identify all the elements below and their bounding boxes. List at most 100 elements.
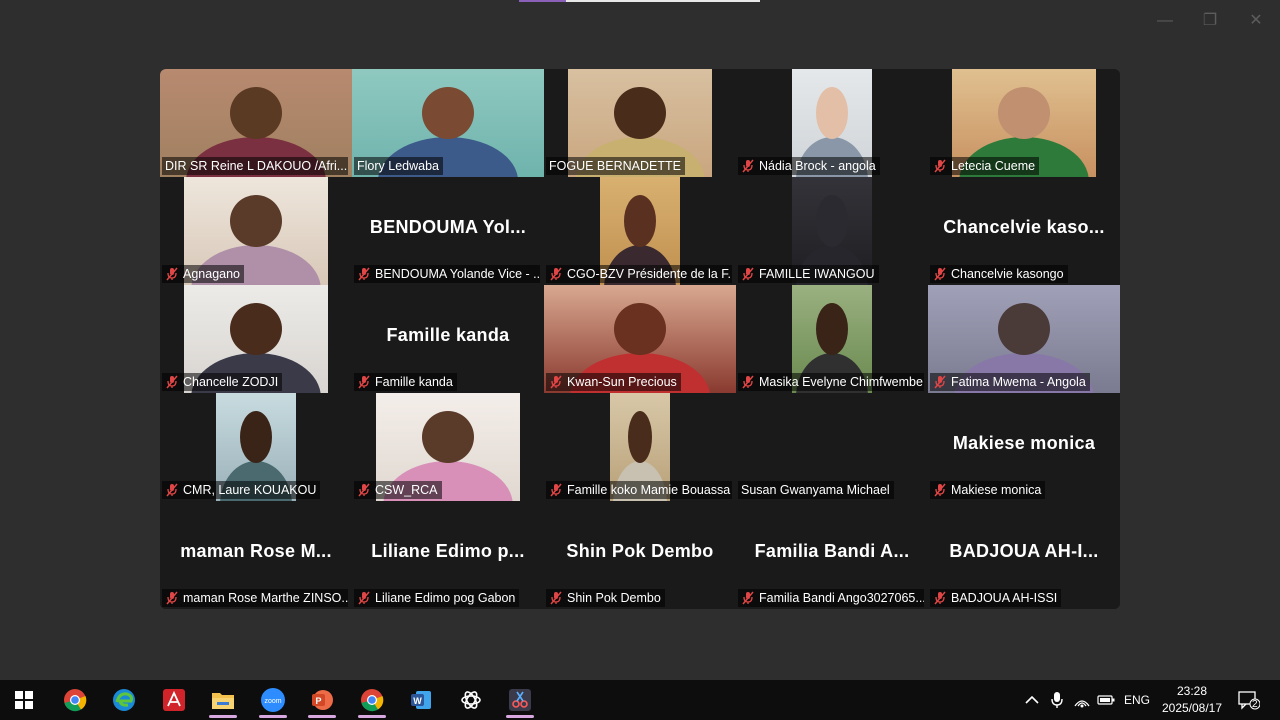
edge-icon[interactable] <box>104 684 144 716</box>
participant-display-name: Chancelvie kaso... <box>943 217 1105 237</box>
svg-text:P: P <box>315 696 321 706</box>
participant-tile[interactable]: maman Rose M... maman Rose Marthe ZINSO..… <box>160 501 352 609</box>
close-icon[interactable]: ✕ <box>1245 10 1267 32</box>
participant-name-label: Chancelle ZODJI <box>162 373 283 391</box>
participant-name: BENDOUMA Yolande Vice - ... <box>375 267 540 281</box>
participant-display-name: BADJOUA AH-I... <box>949 541 1099 561</box>
participant-name-label: Masika Evelyne Chimfwembe <box>738 373 924 391</box>
muted-mic-icon <box>165 375 183 389</box>
participant-tile[interactable]: Agnagano <box>160 177 352 285</box>
participant-name: Famille kanda <box>375 375 453 389</box>
participant-name-label: Susan Gwanyama Michael <box>738 481 894 499</box>
participant-name: Agnagano <box>183 267 241 281</box>
acrobat-icon[interactable] <box>154 684 194 716</box>
participant-name-label: FAMILLE IWANGOU <box>738 265 879 283</box>
participant-tile[interactable]: Familia Bandi A... Familia Bandi Ango3027… <box>736 501 928 609</box>
participant-tile[interactable]: Chancelvie kaso... Chancelvie kasongo <box>928 177 1120 285</box>
participant-name-label: CMR, Laure KOUAKOU <box>162 481 321 499</box>
participant-tile[interactable]: Liliane Edimo p... Liliane Edimo pog Gabo… <box>352 501 544 609</box>
participant-name-label: Fatima Mwema - Angola <box>930 373 1090 391</box>
participant-tile[interactable]: Letecia Cueme <box>928 69 1120 177</box>
participant-display-name: Liliane Edimo p... <box>371 541 525 561</box>
participant-name: DIR SR Reine L DAKOUO /Afri... <box>165 159 348 173</box>
minimize-icon[interactable]: — <box>1154 10 1176 32</box>
wifi-icon[interactable] <box>1073 680 1091 720</box>
participant-name: CGO-BZV Présidente de la F... <box>567 267 732 281</box>
muted-mic-icon <box>165 591 183 605</box>
participant-tile[interactable]: Kwan-Sun Precious <box>544 285 736 393</box>
participant-name: Chancelle ZODJI <box>183 375 279 389</box>
chrome-profile-icon[interactable] <box>352 684 392 718</box>
participant-name: Liliane Edimo pog Gabon <box>375 591 516 605</box>
powerpoint-icon[interactable]: P <box>302 684 342 718</box>
participant-tile[interactable]: Flory Ledwaba <box>352 69 544 177</box>
participant-name-label: FOGUE BERNADETTE <box>546 157 685 175</box>
participant-tile[interactable]: Fatima Mwema - Angola <box>928 285 1120 393</box>
participant-name: CMR, Laure KOUAKOU <box>183 483 317 497</box>
svg-text:zoom: zoom <box>264 698 281 705</box>
muted-mic-icon <box>933 267 951 281</box>
participant-tile[interactable]: Makiese monica Makiese monica <box>928 393 1120 501</box>
file-explorer-icon[interactable] <box>203 684 243 718</box>
participant-display-name: Famille kanda <box>386 325 510 345</box>
chatgpt-icon[interactable] <box>451 684 491 716</box>
screen-share-indicator <box>519 0 760 2</box>
battery-icon[interactable] <box>1097 680 1115 720</box>
muted-mic-icon <box>357 267 375 281</box>
maximize-icon[interactable]: ❐ <box>1199 10 1221 32</box>
participant-name: Nádia Brock - angola <box>759 159 876 173</box>
microphone-icon[interactable] <box>1051 680 1063 720</box>
participant-tile[interactable]: Shin Pok Dembo Shin Pok Dembo <box>544 501 736 609</box>
participant-display-name: maman Rose M... <box>180 541 332 561</box>
participant-name: Masika Evelyne Chimfwembe <box>759 375 923 389</box>
participant-tile[interactable]: FAMILLE IWANGOU <box>736 177 928 285</box>
muted-mic-icon <box>741 267 759 281</box>
participant-tile[interactable]: Chancelle ZODJI <box>160 285 352 393</box>
participant-name-label: Kwan-Sun Precious <box>546 373 681 391</box>
notification-icon[interactable]: 2 <box>1238 680 1260 720</box>
participant-tile[interactable]: FOGUE BERNADETTE <box>544 69 736 177</box>
participant-tile[interactable]: Susan Gwanyama Michael <box>736 393 928 501</box>
windows-start-icon[interactable] <box>4 684 44 716</box>
muted-mic-icon <box>549 375 567 389</box>
participant-tile[interactable]: Masika Evelyne Chimfwembe <box>736 285 928 393</box>
muted-mic-icon <box>933 483 951 497</box>
participant-name-label: DIR SR Reine L DAKOUO /Afri... <box>162 157 348 175</box>
muted-mic-icon <box>741 159 759 173</box>
participant-tile[interactable]: BADJOUA AH-I... BADJOUA AH-ISSI <box>928 501 1120 609</box>
participant-name: CSW_RCA <box>375 483 438 497</box>
participant-name: Famille koko Mamie Bouassa <box>567 483 731 497</box>
participant-tile[interactable]: BENDOUMA Yol... BENDOUMA Yolande Vice - .… <box>352 177 544 285</box>
participant-name: Letecia Cueme <box>951 159 1036 173</box>
participant-tile[interactable]: Nádia Brock - angola <box>736 69 928 177</box>
participant-name: Familia Bandi Ango3027065... <box>759 591 924 605</box>
participant-tile[interactable]: DIR SR Reine L DAKOUO /Afri... <box>160 69 352 177</box>
participant-tile[interactable]: CGO-BZV Présidente de la F... <box>544 177 736 285</box>
muted-mic-icon <box>741 591 759 605</box>
participant-name-label: Chancelvie kasongo <box>930 265 1068 283</box>
participant-name-label: BADJOUA AH-ISSI <box>930 589 1062 607</box>
participant-name: BADJOUA AH-ISSI <box>951 591 1058 605</box>
participant-name-label: maman Rose Marthe ZINSO... <box>162 589 348 607</box>
muted-mic-icon <box>933 159 951 173</box>
muted-mic-icon <box>165 483 183 497</box>
participant-name-label: Familia Bandi Ango3027065... <box>738 589 924 607</box>
participant-name: Fatima Mwema - Angola <box>951 375 1086 389</box>
snipping-tool-icon[interactable] <box>500 684 540 718</box>
zoom-icon[interactable]: zoom <box>253 684 293 718</box>
participant-tile[interactable]: CSW_RCA <box>352 393 544 501</box>
participant-name: Makiese monica <box>951 483 1042 497</box>
participant-tile[interactable]: CMR, Laure KOUAKOU <box>160 393 352 501</box>
clock-date: 2025/08/17 <box>1161 701 1223 715</box>
participant-tile[interactable]: Famille kanda Famille kanda <box>352 285 544 393</box>
tray-overflow-icon[interactable] <box>1024 680 1040 720</box>
clock[interactable]: 23:28 2025/08/17 <box>1152 683 1232 717</box>
chrome-icon[interactable] <box>55 684 95 716</box>
participant-tile[interactable]: Famille koko Mamie Bouassa <box>544 393 736 501</box>
language-indicator[interactable]: ENG <box>1124 680 1150 720</box>
word-icon[interactable]: W <box>401 684 441 716</box>
svg-text:W: W <box>413 696 422 706</box>
participant-name: Susan Gwanyama Michael <box>741 483 890 497</box>
muted-mic-icon <box>933 375 951 389</box>
participant-name-label: Nádia Brock - angola <box>738 157 880 175</box>
